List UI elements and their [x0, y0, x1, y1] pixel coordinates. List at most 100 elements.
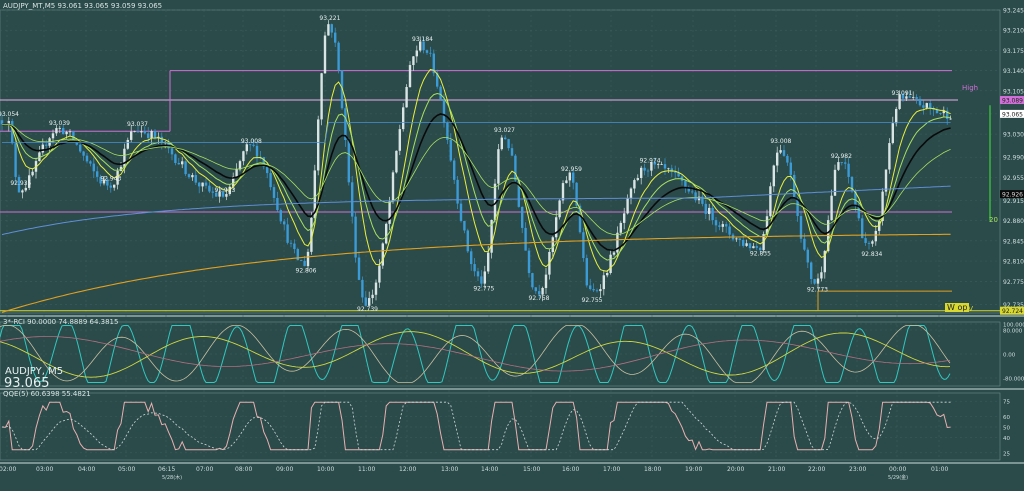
candle-body	[929, 103, 932, 108]
price-annotation: 92.758	[529, 295, 550, 302]
candle-body	[572, 172, 575, 183]
candle-body	[317, 119, 320, 171]
candle-body	[255, 145, 259, 157]
y-tick-label: 92.880	[1003, 218, 1024, 225]
candle-body	[85, 155, 89, 162]
candle-body	[742, 239, 745, 246]
price-annotation: 92.959	[561, 166, 582, 173]
candle-body	[177, 162, 180, 165]
x-tick-label: 01:00	[931, 466, 948, 473]
main-header: AUDJPY_MT,M5 93.061 93.065 93.059 93.065	[3, 2, 163, 10]
candle-body	[772, 165, 775, 187]
candle-body	[279, 210, 282, 222]
y-tick-label: 93.105	[1003, 88, 1024, 95]
y-tick-label: 92.845	[1003, 238, 1024, 245]
price-annotation: 92.775	[473, 285, 494, 292]
candle-body	[334, 32, 337, 43]
candle-body	[551, 237, 554, 252]
candle-body	[300, 260, 303, 261]
candle-body	[541, 287, 544, 295]
qqe-tick-label: 25	[1003, 451, 1010, 457]
candle-body	[92, 163, 95, 172]
candle-body	[895, 108, 898, 124]
y-tick-label: 92.990	[1003, 155, 1024, 162]
candle-body	[466, 230, 469, 252]
candle-body	[745, 243, 748, 246]
qqe-tick-label: 40	[1003, 436, 1010, 442]
candle-body	[871, 241, 874, 244]
candle-body	[181, 161, 184, 165]
candle-body	[140, 131, 143, 133]
y-tick-label: 93.175	[1003, 48, 1024, 55]
candle-body	[612, 252, 616, 255]
candle-body	[242, 151, 245, 162]
x-tick-label: 06:15	[158, 466, 175, 473]
high-label: High	[962, 84, 979, 92]
candle-body	[922, 105, 925, 108]
candle-body	[507, 139, 510, 149]
price-annotation: 92.935	[10, 180, 31, 187]
price-annotation: 92.923	[215, 187, 236, 194]
candle-body	[371, 294, 374, 299]
candle-body	[62, 128, 65, 135]
candle-body	[568, 172, 571, 181]
candle-body	[402, 107, 405, 130]
candle-body	[374, 282, 378, 295]
x-tick-label: 18:00	[644, 466, 661, 473]
price-annotation: 93.091	[892, 90, 913, 97]
candle-body	[752, 246, 755, 249]
candle-body	[544, 274, 548, 288]
candle-body	[476, 271, 480, 277]
candle-body	[368, 298, 371, 306]
x-tick-label: 12:00	[399, 466, 416, 473]
candle-body	[330, 24, 333, 33]
candle-body	[453, 160, 456, 180]
y-tick-label: 92.915	[1003, 198, 1024, 205]
candle-body	[711, 207, 714, 221]
candle-body	[925, 103, 928, 108]
candle-body	[497, 149, 500, 184]
rci-tick-label: 80.000	[1003, 329, 1023, 335]
candle-body	[306, 251, 310, 267]
candle-body	[388, 201, 391, 224]
candle-body	[646, 170, 650, 172]
candle-body	[691, 191, 694, 193]
y-tick-label: 93.245	[1003, 8, 1024, 15]
candle-body	[660, 164, 663, 165]
candle-body	[820, 272, 823, 279]
chart-canvas[interactable]: 93.245 93.210 93.175 93.140 93.105 93.065 93.0…	[0, 0, 1024, 491]
candle-body	[204, 182, 208, 186]
x-tick-label: 22:00	[808, 466, 825, 473]
candle-body	[840, 162, 843, 163]
candle-body	[888, 143, 891, 170]
candle-body	[439, 86, 442, 100]
price-annotation: 93.008	[770, 138, 791, 145]
candle-body	[225, 194, 228, 197]
candle-body	[949, 118, 952, 120]
candle-body	[194, 175, 197, 183]
candle-body	[912, 96, 915, 98]
x-tick-label: 14:00	[481, 466, 498, 473]
candle-body	[415, 50, 418, 57]
x-tick-label: 03:00	[36, 466, 53, 473]
candle-body	[320, 73, 323, 120]
candle-body	[14, 143, 17, 177]
x-tick-label: 16:00	[562, 466, 579, 473]
price-annotation: 92.982	[831, 153, 852, 160]
candle-body	[487, 252, 490, 272]
candle-body	[153, 131, 157, 138]
candle-body	[303, 260, 306, 267]
candle-body	[527, 250, 531, 274]
candle-body	[538, 291, 541, 295]
price-annotation: 92.834	[861, 251, 882, 258]
price-annotation: 93.039	[49, 120, 70, 127]
candle-body	[58, 128, 61, 129]
candle-body	[412, 56, 415, 66]
candle-body	[667, 168, 670, 170]
candle-body	[558, 200, 561, 218]
candle-body	[803, 238, 806, 250]
candle-body	[884, 169, 888, 192]
price-annotation: 92.943	[100, 175, 121, 182]
price-marker-label: 93.089	[1002, 98, 1023, 105]
price-annotation: 93.184	[412, 36, 433, 43]
